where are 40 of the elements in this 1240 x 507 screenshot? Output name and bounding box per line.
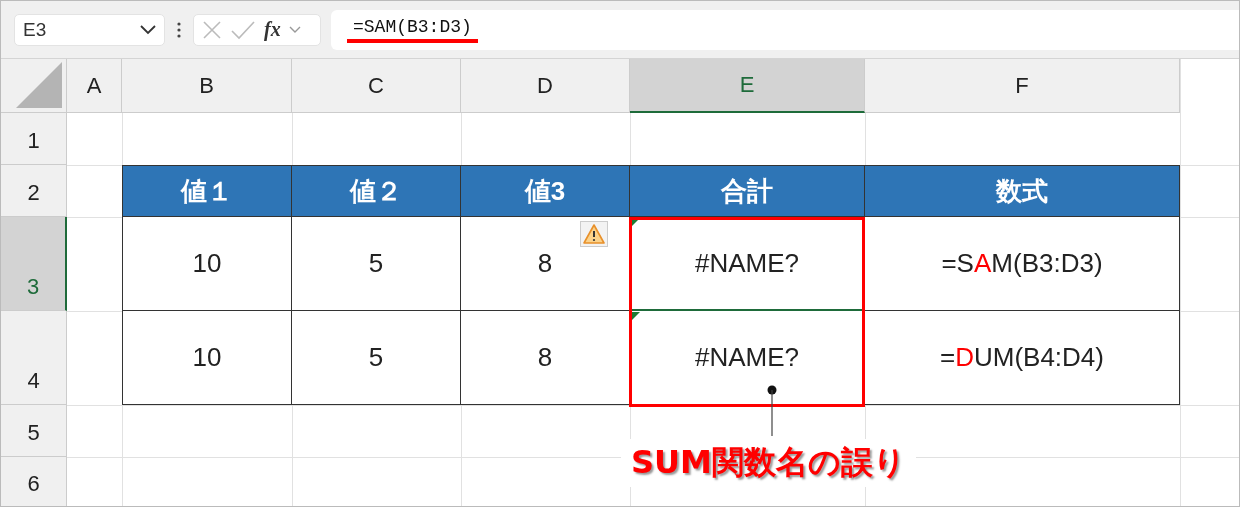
cancel-icon[interactable]	[202, 19, 222, 40]
table-cell: =SAM(B3:D3)	[865, 217, 1180, 311]
name-box[interactable]: E3	[14, 13, 165, 46]
table-header-cell: 値２	[292, 165, 461, 217]
leader-line	[766, 384, 778, 436]
column-header[interactable]: A	[67, 59, 122, 113]
row-header[interactable]: 4	[1, 311, 67, 405]
table-header-cell: 値１	[122, 165, 292, 217]
table-cell: 5	[292, 311, 461, 405]
table-header-cell: 数式	[865, 165, 1180, 217]
row-header[interactable]: 2	[1, 165, 67, 217]
more-options-icon[interactable]	[177, 21, 181, 38]
table-cell: 8	[461, 217, 630, 311]
formula-text: =SAM(B3:D3)	[347, 16, 478, 43]
table-header-cell: 合計	[630, 165, 865, 217]
row-header[interactable]: 1	[1, 113, 67, 165]
row-header[interactable]: 5	[1, 405, 67, 457]
row-header[interactable]: 3	[1, 217, 67, 311]
insert-function-button[interactable]: fx	[264, 18, 281, 41]
column-header[interactable]: B	[122, 59, 292, 113]
table-cell: 5	[292, 217, 461, 311]
row-header[interactable]: 6	[1, 457, 67, 506]
column-header[interactable]: D	[461, 59, 630, 113]
table-cell: =DUM(B4:D4)	[865, 311, 1180, 405]
warning-icon	[583, 224, 605, 244]
select-all-button[interactable]	[1, 59, 67, 113]
cell-reference: E3	[23, 18, 47, 41]
table-cell: 10	[122, 217, 292, 311]
column-header[interactable]: C	[292, 59, 461, 113]
table-cell: 8	[461, 311, 630, 405]
select-all-icon	[16, 62, 62, 108]
column-header[interactable]: F	[865, 59, 1180, 113]
chevron-down-icon[interactable]	[140, 24, 156, 35]
check-icon[interactable]	[230, 19, 256, 40]
formula-bar[interactable]: =SAM(B3:D3)	[331, 9, 1239, 50]
error-options-button[interactable]	[580, 221, 608, 247]
table-cell: 10	[122, 311, 292, 405]
column-header[interactable]: E	[630, 59, 865, 113]
annotation-label: SUM関数名の誤り	[621, 439, 916, 487]
table-header-cell: 値3	[461, 165, 630, 217]
